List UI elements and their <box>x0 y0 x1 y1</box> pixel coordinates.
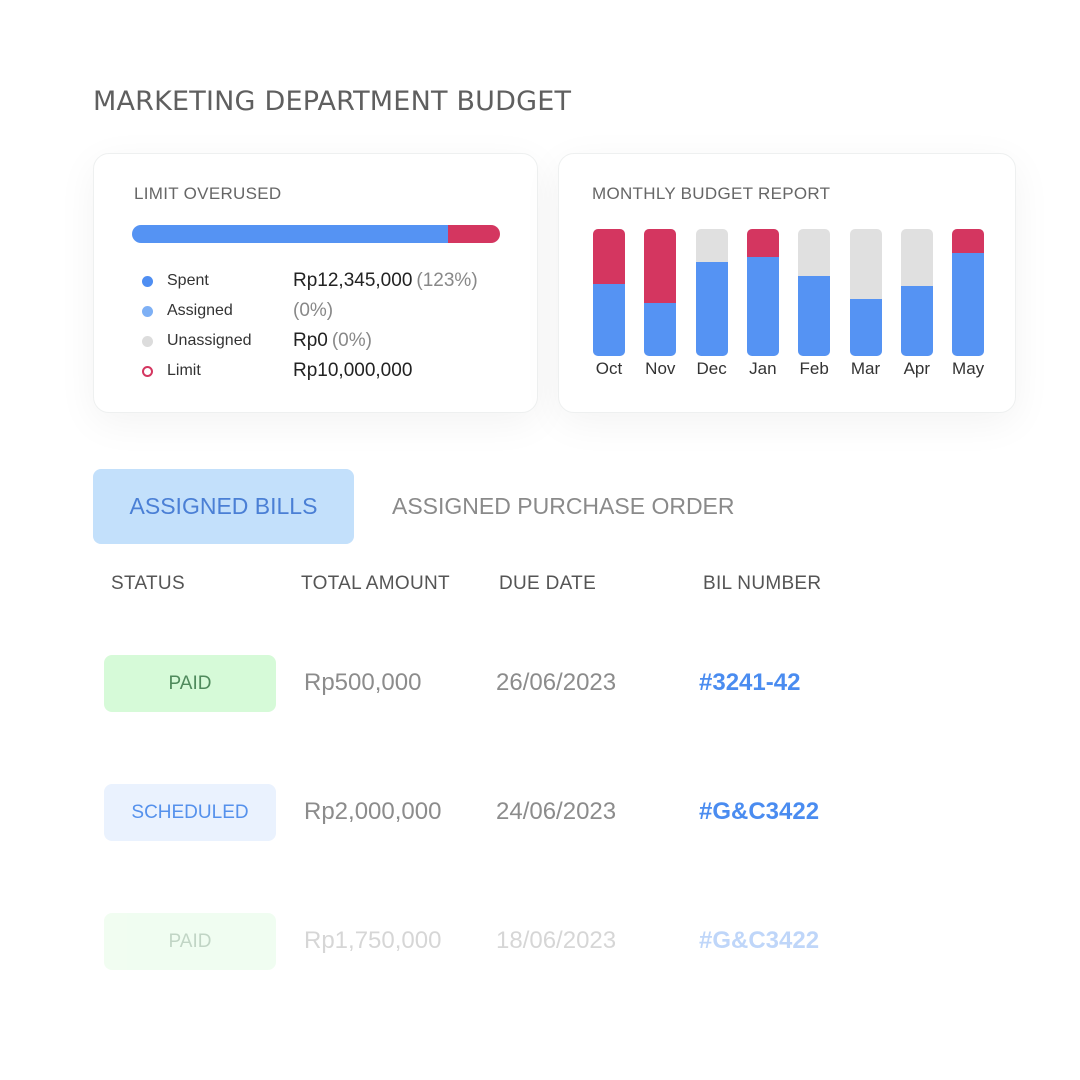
limit-ring-icon <box>142 365 153 377</box>
table-row[interactable]: SCHEDULED Rp2,000,000 24/06/2023 #G&C342… <box>0 784 1080 844</box>
bar-segment-overlimit <box>952 229 985 254</box>
x-tick-label: Jan <box>749 359 777 378</box>
bill-number-link[interactable]: #G&C3422 <box>699 927 819 955</box>
header-bil-number: BIL NUMBER <box>703 573 822 594</box>
bar-feb <box>798 229 831 356</box>
bar-oct <box>593 229 625 356</box>
table-row[interactable]: PAID Rp500,000 26/06/2023 #3241-42 <box>0 655 1080 715</box>
legend-row-limit: Limit Rp10,000,000 <box>142 356 478 386</box>
bar-dec <box>695 229 728 356</box>
legend-value: Rp12,345,000 <box>293 270 413 291</box>
tab-assigned-bills[interactable]: ASSIGNED BILLS <box>93 469 354 544</box>
limit-card-title: LIMIT OVERUSED <box>134 184 282 203</box>
budget-legend: Spent Rp12,345,000 (123%) Assigned (0%) … <box>142 266 478 386</box>
due-date-cell: 26/06/2023 <box>496 669 617 696</box>
spent-dot-icon <box>142 275 153 287</box>
bar-jan <box>746 229 779 356</box>
bar-segment-overlimit <box>593 229 625 284</box>
bar-segment-spent <box>952 253 985 356</box>
x-tick-label: Feb <box>799 359 829 378</box>
x-tick-label: Nov <box>645 359 676 378</box>
legend-label: Unassigned <box>167 332 252 349</box>
amount-cell: Rp2,000,000 <box>304 798 442 825</box>
bar-segment-overlimit <box>746 229 779 257</box>
tab-assigned-purchase-order[interactable]: ASSIGNED PURCHASE ORDER <box>372 469 752 544</box>
legend-label: Spent <box>167 272 209 289</box>
due-date-cell: 18/06/2023 <box>496 927 617 954</box>
bar-segment-spent <box>798 276 831 356</box>
bar-segment-spent <box>593 283 625 356</box>
chart-card-title: MONTHLY BUDGET REPORT <box>592 184 831 203</box>
budget-progress-bar <box>132 225 500 243</box>
legend-percent: (0%) <box>331 330 372 351</box>
unassigned-dot-icon <box>142 335 153 347</box>
legend-label: Assigned <box>167 302 233 319</box>
bar-segment-spent <box>644 302 677 356</box>
bar-may <box>952 229 985 356</box>
bill-number-link[interactable]: #3241-42 <box>699 669 800 697</box>
status-badge: SCHEDULED <box>104 784 276 841</box>
bar-nov <box>644 229 677 356</box>
header-due-date: DUE DATE <box>499 573 597 594</box>
header-status: STATUS <box>111 573 185 594</box>
legend-percent: (123%) <box>416 270 478 291</box>
due-date-cell: 24/06/2023 <box>496 798 617 825</box>
bar-segment-spent <box>900 286 933 356</box>
status-badge: PAID <box>104 913 276 970</box>
bar-segment-spent <box>746 256 779 356</box>
legend-percent: (0%) <box>293 300 334 321</box>
amount-cell: Rp500,000 <box>304 669 422 696</box>
legend-value: Rp0 <box>293 330 328 351</box>
legend-row-assigned: Assigned (0%) <box>142 296 478 326</box>
bar-segment-spent <box>849 298 882 356</box>
assigned-dot-icon <box>142 305 153 317</box>
x-tick-label: May <box>952 359 985 378</box>
status-badge: PAID <box>104 655 276 712</box>
bar-segment-overlimit <box>644 229 677 303</box>
page-title: MARKETING DEPARTMENT BUDGET <box>93 86 572 117</box>
monthly-budget-chart: Oct Nov Dec Jan Feb Mar Apr May <box>593 229 985 389</box>
bar-apr <box>900 229 933 356</box>
monthly-budget-card: MONTHLY BUDGET REPORT Oct Nov Dec Jan Feb Mar… <box>558 153 1016 413</box>
amount-cell: Rp1,750,000 <box>304 927 442 954</box>
bar-mar <box>849 229 882 356</box>
header-total-amount: TOTAL AMOUNT <box>301 573 450 594</box>
bar-segment-spent <box>695 262 728 356</box>
limit-overused-card: LIMIT OVERUSED Spent Rp12,345,000 (123%)… <box>93 153 538 413</box>
bill-number-link[interactable]: #G&C3422 <box>699 798 819 826</box>
progress-overlimit-segment <box>448 225 500 243</box>
x-tick-label: Apr <box>903 359 931 378</box>
legend-row-unassigned: Unassigned Rp0 (0%) <box>142 326 478 356</box>
x-tick-label: Oct <box>595 359 623 378</box>
x-tick-label: Dec <box>696 359 727 378</box>
table-row[interactable]: PAID Rp1,750,000 18/06/2023 #G&C3422 <box>0 913 1080 973</box>
progress-spent-segment <box>132 225 449 243</box>
legend-label: Limit <box>167 362 201 379</box>
x-tick-label: Mar <box>850 359 881 378</box>
legend-value: Rp10,000,000 <box>293 360 413 381</box>
legend-row-spent: Spent Rp12,345,000 (123%) <box>142 266 478 296</box>
